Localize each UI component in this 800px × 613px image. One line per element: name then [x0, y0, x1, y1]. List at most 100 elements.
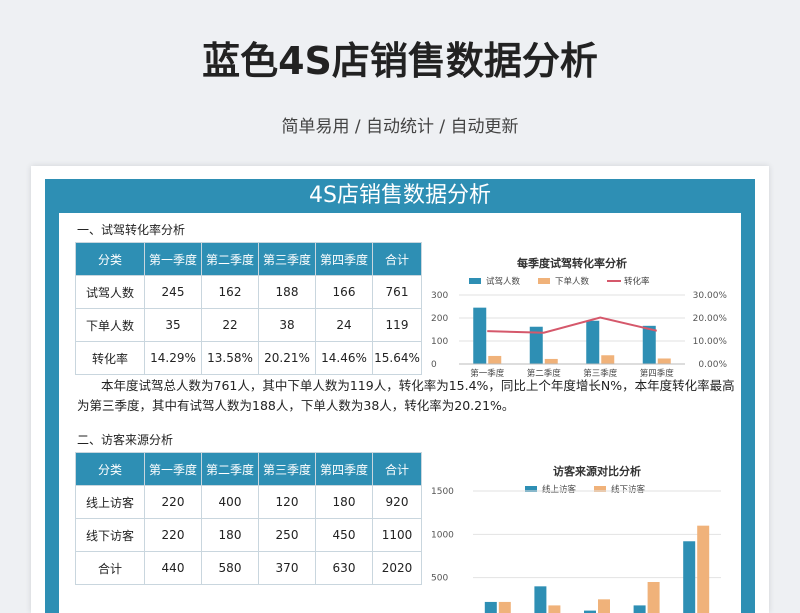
bar: [473, 307, 487, 364]
conversion-table: 分类 第一季度 第二季度 第三季度 第四季度 合计 试驾人数 245 162 1…: [75, 242, 422, 375]
sheet-title: 4S店销售数据分析: [309, 183, 491, 208]
table-cell: 14.46%: [315, 341, 373, 375]
table-cell: 630: [315, 551, 373, 585]
row-label: 下单人数: [75, 308, 145, 342]
bar: [601, 355, 615, 364]
table-header-cell: 合计: [372, 242, 422, 276]
bar: [642, 325, 656, 364]
table-cell: 761: [372, 275, 422, 309]
visitor-table: 分类 第一季度 第二季度 第三季度 第四季度 合计 线上访客 220 400 1…: [75, 452, 422, 585]
y-tick-label: 200: [431, 314, 448, 324]
table-row: 线下访客 220 180 250 450 1100: [75, 518, 422, 552]
section-title-visitors: 二、访客来源分析: [77, 433, 174, 447]
bar: [598, 599, 610, 613]
table-cell: 250: [258, 518, 316, 552]
legend-label: 线下访客: [611, 484, 646, 495]
table-cell: 24: [315, 308, 373, 342]
table-header-cell: 第二季度: [201, 452, 259, 486]
legend-swatch: [469, 278, 481, 284]
bar: [544, 358, 558, 364]
bar: [657, 358, 671, 364]
table-cell: 22: [201, 308, 259, 342]
table-header-cell: 第二季度: [201, 242, 259, 276]
bar: [534, 586, 547, 613]
conversion-description: 本年度试驾总人数为761人，其中下单人数为119人，转化率为15.4%，同比上个…: [77, 378, 735, 413]
line-series: [487, 316, 657, 334]
table-cell: 400: [201, 485, 259, 519]
y2-tick-label: 30.00%: [693, 291, 728, 301]
y-tick-label: 100: [431, 337, 448, 347]
legend-label: 转化率: [624, 276, 650, 287]
table-cell: 35: [144, 308, 202, 342]
bar: [647, 582, 660, 613]
table-cell: 20.21%: [258, 341, 316, 375]
table-cell: 166: [315, 275, 373, 309]
table-cell: 180: [315, 485, 373, 519]
y-tick-label: 300: [431, 291, 448, 301]
table-header-cell: 第四季度: [315, 242, 373, 276]
table-cell: 220: [144, 485, 202, 519]
chart-title: 每季度试驾转化率分析: [517, 256, 627, 270]
y2-tick-label: 10.00%: [693, 337, 728, 347]
bar: [697, 525, 710, 613]
table-cell: 450: [315, 518, 373, 552]
y-tick-label: 1500: [431, 487, 454, 497]
legend-label: 下单人数: [555, 276, 590, 287]
table-cell: 120: [258, 485, 316, 519]
table-cell: 370: [258, 551, 316, 585]
sheet-body: 一、试驾转化率分析 分类 第一季度 第二季度 第三季度 第四季度 合计 试驾人数…: [59, 213, 741, 613]
y-tick-label: 1000: [431, 530, 454, 540]
table-cell: 920: [372, 485, 422, 519]
conversion-chart: 每季度试驾转化率分析试驾人数 下单人数 转化率 0 100 200 300 0.00% 10.0…: [431, 256, 728, 379]
y-tick-label: 0: [431, 360, 437, 370]
table-cell: 245: [144, 275, 202, 309]
spreadsheet-preview: 4S店销售数据分析 一、试驾转化率分析 分类 第一季度 第二季度 第三季度 第四…: [31, 166, 769, 613]
table-cell: 440: [144, 551, 202, 585]
bar: [633, 605, 646, 613]
table-cell: 220: [144, 518, 202, 552]
bar: [683, 541, 696, 613]
table-cell: 13.58%: [201, 341, 259, 375]
y2-tick-label: 0.00%: [698, 360, 727, 370]
table-header-cell: 分类: [75, 452, 145, 486]
table-cell: 2020: [372, 551, 422, 585]
table-cell: 580: [201, 551, 259, 585]
table-row: 合计 440 580 370 630 2020: [75, 551, 422, 585]
legend-label: 试驾人数: [486, 276, 521, 287]
bar: [586, 320, 600, 364]
row-label: 转化率: [75, 341, 145, 375]
table-header-cell: 第三季度: [258, 242, 316, 276]
bar: [548, 605, 561, 613]
table-cell: 1100: [372, 518, 422, 552]
visitor-chart: 访客来源对比分析线上访客线下访客050010001500: [431, 464, 721, 613]
table-row: 转化率 14.29% 13.58% 20.21% 14.46% 15.64%: [75, 341, 422, 375]
legend-swatch: [538, 278, 550, 284]
table-header-cell: 第四季度: [315, 452, 373, 486]
sheet-frame: 4S店销售数据分析 一、试驾转化率分析 分类 第一季度 第二季度 第三季度 第四…: [45, 179, 755, 613]
table-cell: 15.64%: [372, 341, 422, 375]
table-header-row: 分类 第一季度 第二季度 第三季度 第四季度 合计: [75, 452, 422, 486]
bar: [498, 601, 511, 613]
table-cell: 162: [201, 275, 259, 309]
table-header-cell: 合计: [372, 452, 422, 486]
table-row: 下单人数 35 22 38 24 119: [75, 308, 422, 342]
table-header-cell: 第三季度: [258, 452, 316, 486]
table-row: 试驾人数 245 162 188 166 761: [75, 275, 422, 309]
row-label: 线上访客: [75, 485, 145, 519]
table-header-cell: 分类: [75, 242, 145, 276]
row-label: 线下访客: [75, 518, 145, 552]
table-header-cell: 第一季度: [144, 452, 202, 486]
bar: [484, 601, 497, 613]
table-cell: 119: [372, 308, 422, 342]
table-header-row: 分类 第一季度 第二季度 第三季度 第四季度 合计: [75, 242, 422, 276]
page-subtitle: 简单易用 / 自动统计 / 自动更新: [281, 117, 519, 137]
y2-tick-label: 20.00%: [693, 314, 728, 324]
y-tick-label: 500: [431, 574, 448, 584]
table-cell: 38: [258, 308, 316, 342]
legend-label: 线上访客: [542, 484, 577, 495]
table-header-cell: 第一季度: [144, 242, 202, 276]
bar: [488, 355, 502, 364]
table-cell: 14.29%: [144, 341, 202, 375]
table-row: 线上访客 220 400 120 180 920: [75, 485, 422, 519]
section-title-conversion: 一、试驾转化率分析: [77, 223, 186, 237]
